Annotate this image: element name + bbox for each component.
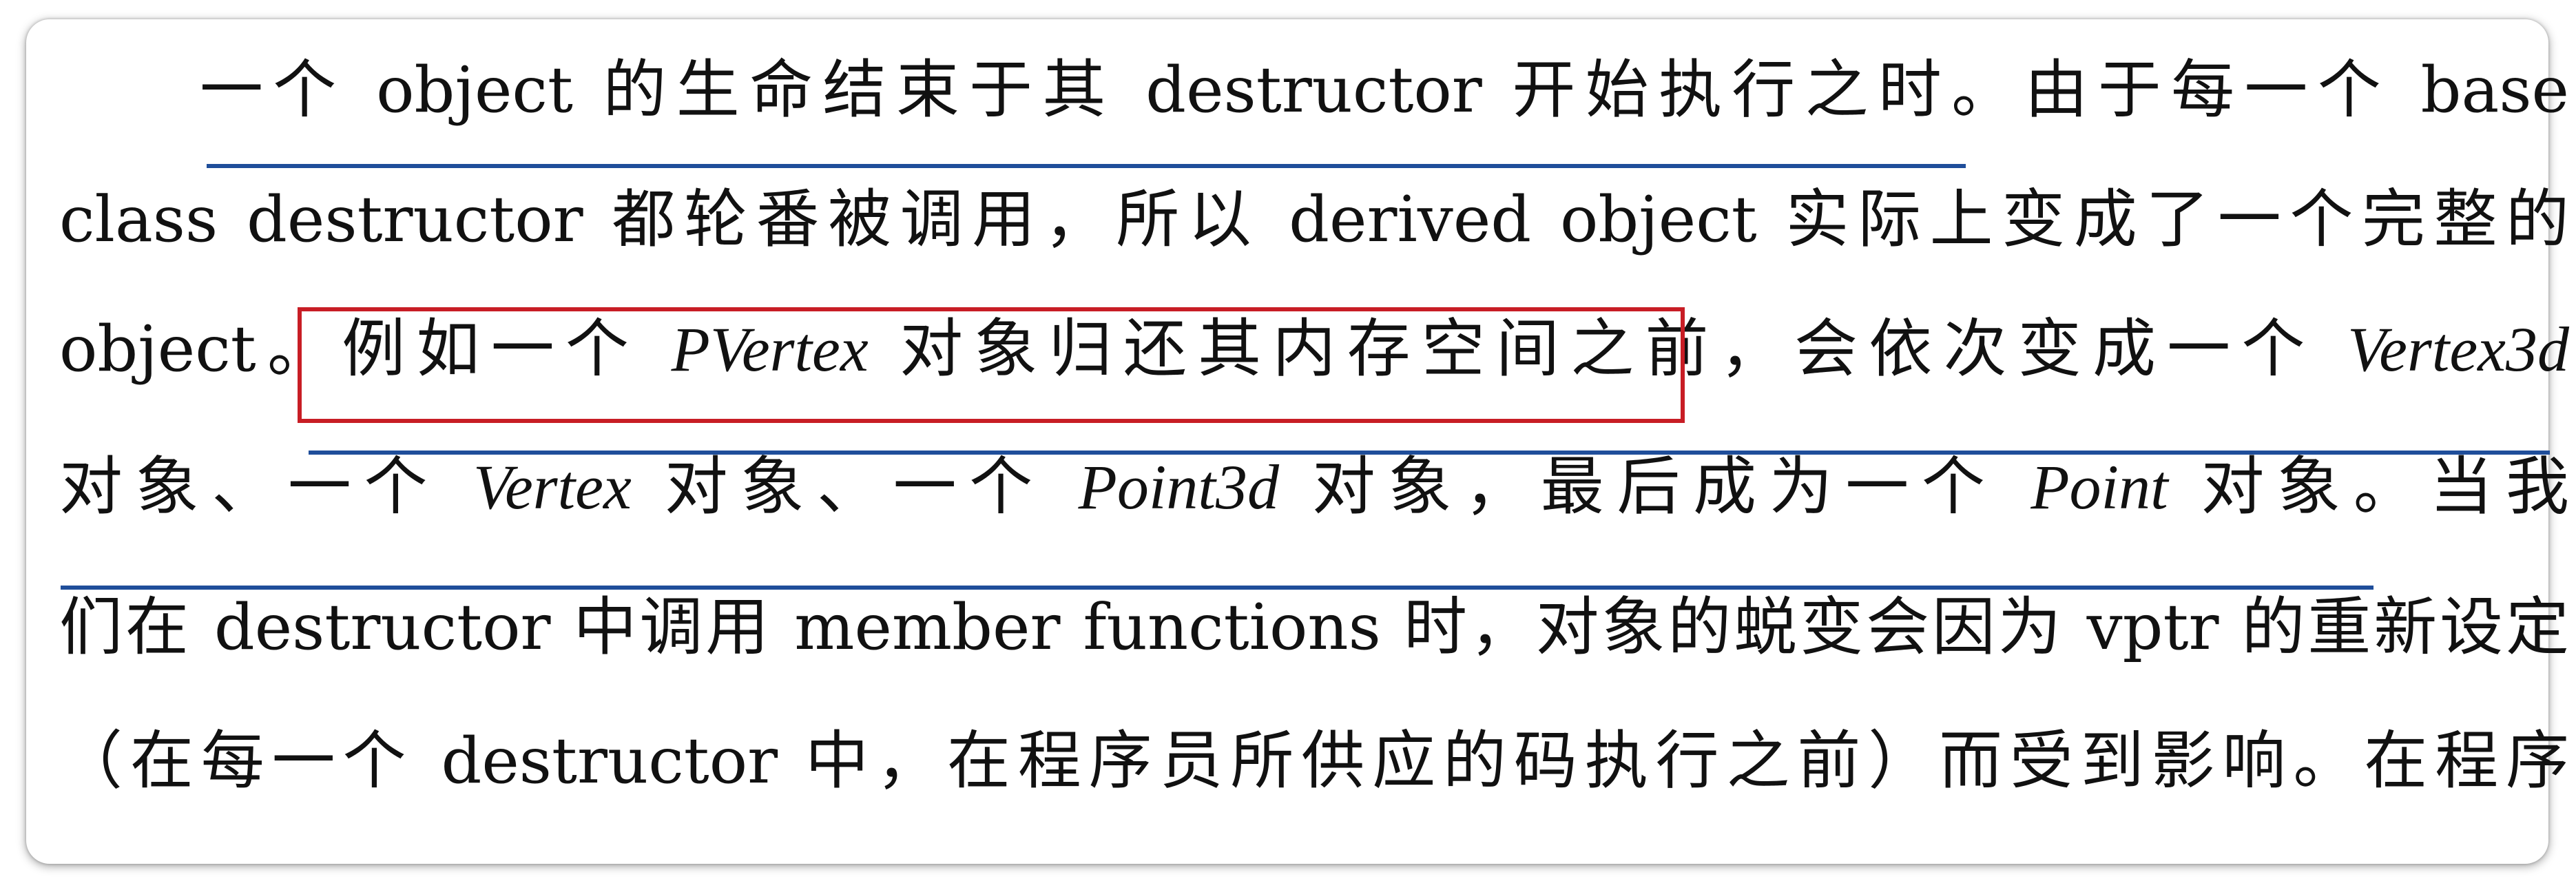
underline-1 — [207, 164, 1966, 168]
class-name-point3d: Point3d — [1078, 452, 1279, 522]
page: 一个 object 的生命结束于其 destructor 开始执行之时。由于每一… — [0, 0, 2576, 890]
underline-2 — [309, 451, 2550, 455]
text-segment: 一个 object 的生命结束于其 destructor 开始执行之时。由于每一… — [200, 53, 2569, 127]
text-line-6: （在每一个 destructor 中，在程序员所供应的码执行之前）而受到影响。在… — [59, 710, 2569, 813]
text-segment: 对象，最后成为一个 — [1279, 450, 2031, 524]
class-name-vertex: Vertex — [472, 452, 632, 522]
text-segment: （在每一个 destructor 中，在程序员所供应的码执行之前）而受到影响。在… — [59, 724, 2569, 798]
text-line-2: class destructor 都轮番被调用，所以 derived objec… — [59, 168, 2569, 271]
text-segment: 们在 destructor 中调用 member functions 时，对象的… — [59, 590, 2569, 664]
text-segment: 对象、一个 — [59, 450, 473, 524]
highlight-box — [298, 307, 1685, 423]
underline-3 — [61, 586, 2374, 590]
text-line-1: 一个 object 的生命结束于其 destructor 开始执行之时。由于每一… — [200, 39, 2569, 142]
text-line-5: 们在 destructor 中调用 member functions 时，对象的… — [59, 576, 2569, 679]
class-name-point: Point — [2030, 452, 2168, 522]
text-excerpt-card: 一个 object 的生命结束于其 destructor 开始执行之时。由于每一… — [26, 19, 2569, 864]
text-segment: 对象。当我 — [2168, 450, 2569, 524]
text-segment: class destructor 都轮番被调用，所以 derived objec… — [59, 183, 2569, 256]
text-segment: ，会依次变成一个 — [1719, 312, 2348, 386]
class-name-vertex3d: Vertex3d — [2347, 314, 2569, 384]
text-segment: 对象、一个 — [631, 450, 1079, 524]
